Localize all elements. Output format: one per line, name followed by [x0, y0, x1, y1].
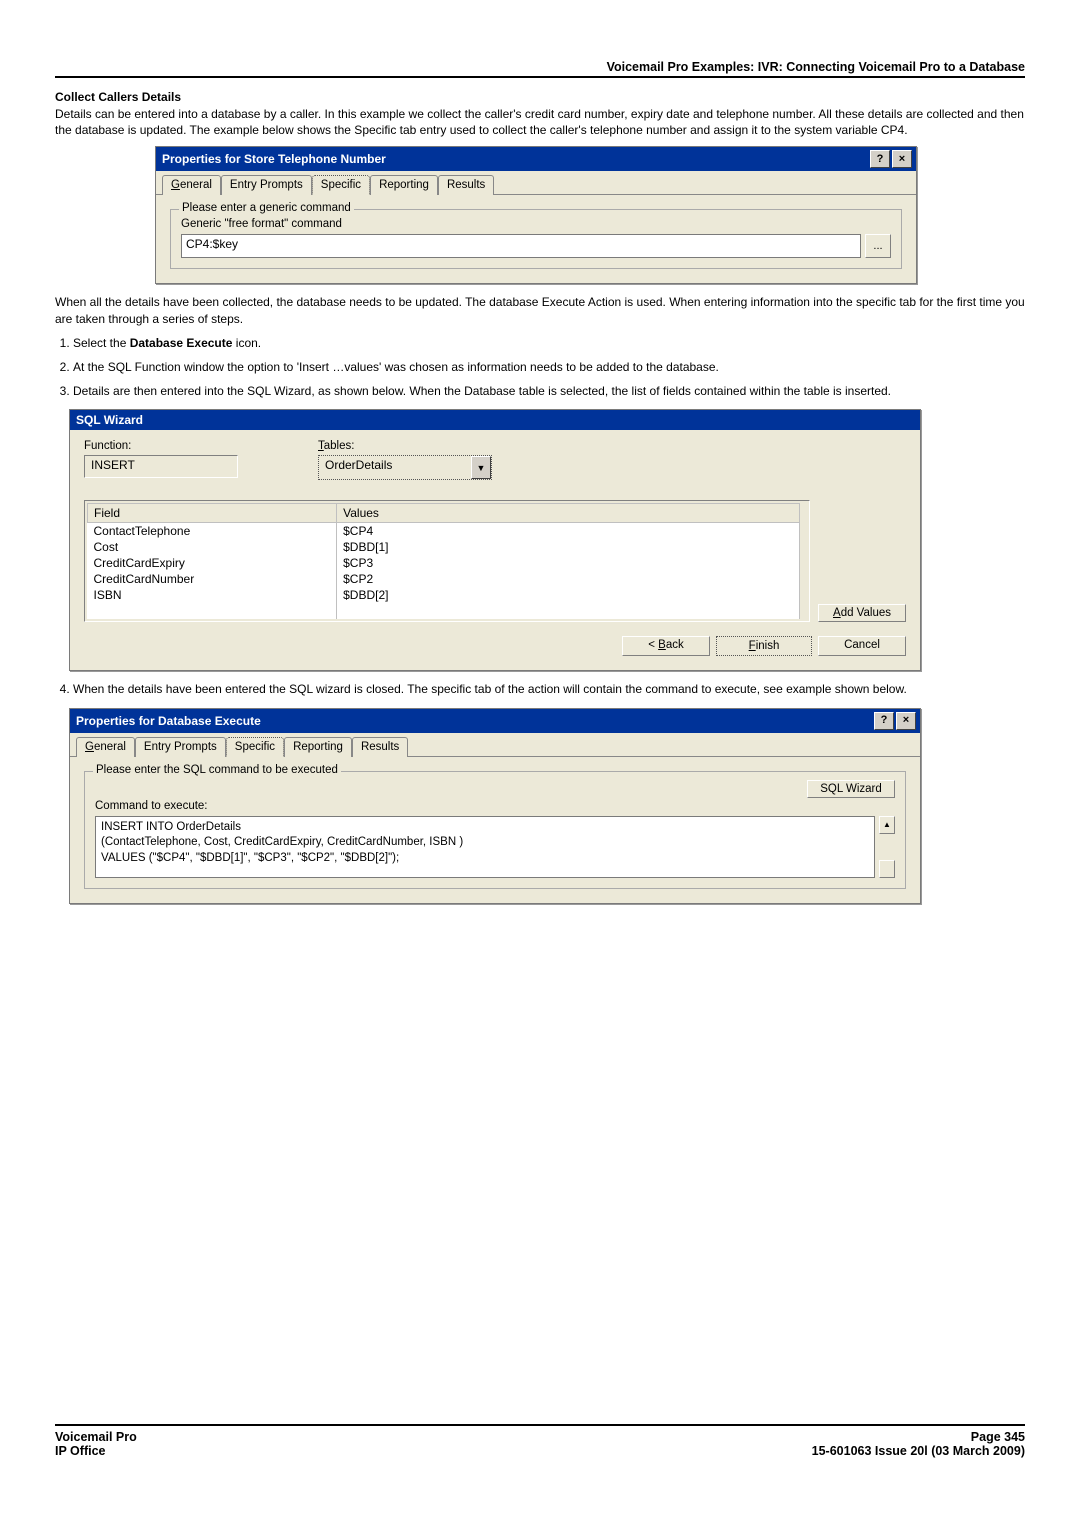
- sql-wizard-titlebar: SQL Wizard: [70, 410, 920, 430]
- table-row: CreditCardNumber$CP2: [88, 571, 800, 587]
- table-row: ISBN$DBD[2]: [88, 587, 800, 603]
- close-icon[interactable]: ×: [892, 150, 912, 168]
- tab-entry-prompts[interactable]: Entry Prompts: [221, 175, 312, 195]
- command-input[interactable]: CP4:$key: [181, 234, 861, 258]
- function-field: Function: INSERT: [84, 440, 238, 480]
- help-icon[interactable]: ?: [870, 150, 890, 168]
- tab-general[interactable]: General: [162, 175, 221, 195]
- tab-reporting[interactable]: Reporting: [370, 175, 438, 195]
- dialog-title: Properties for Database Execute: [76, 714, 261, 728]
- tab-specific[interactable]: Specific: [312, 175, 370, 195]
- help-icon[interactable]: ?: [874, 712, 894, 730]
- dialog-title: Properties for Store Telephone Number: [162, 152, 386, 166]
- command-label: Generic "free format" command: [181, 218, 891, 230]
- tab-results[interactable]: Results: [352, 737, 408, 757]
- table-row: Cost$DBD[1]: [88, 539, 800, 555]
- fieldset-legend: Please enter a generic command: [179, 202, 354, 214]
- tab-general[interactable]: General: [76, 737, 135, 757]
- step-list: Select the Database Execute icon. At the…: [55, 335, 1025, 400]
- dialog-titlebar: Properties for Database Execute ? ×: [70, 709, 920, 733]
- table-row: CreditCardExpiry$CP3: [88, 555, 800, 571]
- column-field: Field: [88, 504, 337, 523]
- tab-reporting[interactable]: Reporting: [284, 737, 352, 757]
- field-value-grid: FieldValues ContactTelephone$CP4 Cost$DB…: [84, 500, 810, 622]
- command-textarea[interactable]: INSERT INTO OrderDetails (ContactTelepho…: [95, 816, 875, 878]
- table-row: ContactTelephone$CP4: [88, 523, 800, 540]
- tables-combo[interactable]: OrderDetails ▼: [318, 455, 492, 480]
- step-list-cont: When the details have been entered the S…: [55, 681, 1025, 697]
- tab-entry-prompts[interactable]: Entry Prompts: [135, 737, 226, 757]
- column-values: Values: [337, 504, 800, 523]
- step-1: Select the Database Execute icon.: [73, 335, 1025, 351]
- footer-series: IP Office: [55, 1444, 137, 1458]
- cancel-button[interactable]: Cancel: [818, 636, 906, 656]
- sql-wizard-dialog: SQL Wizard Function: INSERT Tables: Orde…: [69, 409, 921, 671]
- tab-strip: General Entry Prompts Specific Reporting…: [156, 171, 916, 195]
- browse-button[interactable]: ...: [865, 234, 891, 258]
- page-footer: Voicemail Pro IP Office Page 345 15-6010…: [55, 1424, 1025, 1458]
- mid-paragraph: When all the details have been collected…: [55, 294, 1025, 326]
- tables-label: Tables:: [318, 440, 492, 452]
- sql-wizard-button[interactable]: SQL Wizard: [807, 780, 895, 798]
- scroll-up-icon: ▲: [879, 816, 895, 834]
- section-title: Collect Callers Details: [55, 90, 1025, 104]
- store-telephone-dialog: Properties for Store Telephone Number ? …: [155, 146, 917, 284]
- finish-button[interactable]: Finish: [716, 636, 812, 656]
- command-to-execute-label: Command to execute:: [95, 800, 895, 812]
- fieldset-legend: Please enter the SQL command to be execu…: [93, 764, 341, 776]
- tab-strip: General Entry Prompts Specific Reporting…: [70, 733, 920, 757]
- footer-page: Page 345: [812, 1430, 1025, 1444]
- chevron-down-icon[interactable]: ▼: [471, 456, 491, 479]
- function-label: Function:: [84, 440, 238, 452]
- scrollbar[interactable]: ▲: [879, 816, 895, 878]
- tables-field: Tables: OrderDetails ▼: [318, 440, 492, 480]
- footer-issue: 15-601063 Issue 20l (03 March 2009): [812, 1444, 1025, 1458]
- step-2: At the SQL Function window the option to…: [73, 359, 1025, 375]
- intro-paragraph: Details can be entered into a database b…: [55, 106, 1025, 138]
- sql-command-fieldset: Please enter the SQL command to be execu…: [84, 771, 906, 889]
- dialog-titlebar: Properties for Store Telephone Number ? …: [156, 147, 916, 171]
- tables-value: OrderDetails: [319, 456, 471, 477]
- tab-results[interactable]: Results: [438, 175, 494, 195]
- back-button[interactable]: < Back: [622, 636, 710, 656]
- add-values-button[interactable]: Add Values: [818, 604, 906, 622]
- footer-product: Voicemail Pro: [55, 1430, 137, 1444]
- sql-wizard-title: SQL Wizard: [76, 413, 143, 427]
- page-header: Voicemail Pro Examples: IVR: Connecting …: [55, 60, 1025, 78]
- database-execute-dialog: Properties for Database Execute ? × Gene…: [69, 708, 921, 904]
- tab-specific[interactable]: Specific: [226, 737, 284, 757]
- step-4: When the details have been entered the S…: [73, 681, 1025, 697]
- generic-command-fieldset: Please enter a generic command Generic "…: [170, 209, 902, 269]
- breadcrumb-header: Voicemail Pro Examples: IVR: Connecting …: [55, 60, 1025, 74]
- function-value: INSERT: [84, 455, 238, 478]
- close-icon[interactable]: ×: [896, 712, 916, 730]
- step-3: Details are then entered into the SQL Wi…: [73, 383, 1025, 399]
